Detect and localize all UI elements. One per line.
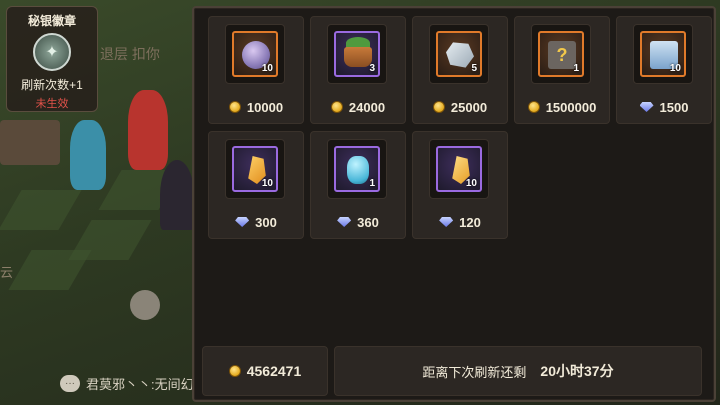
item-slot: ? 1: [531, 24, 591, 84]
shop-item[interactable]: 10 120: [412, 131, 508, 239]
shop-item[interactable]: 3 24000: [310, 16, 406, 124]
item-count: 1: [369, 178, 375, 189]
diamond-icon: [639, 102, 654, 112]
item-frame: ? 1: [538, 31, 584, 77]
badge-status: 未生效: [35, 98, 69, 110]
item-slot: 10: [225, 139, 285, 199]
price-value: 10000: [246, 99, 284, 115]
item-price: 24000: [311, 95, 405, 119]
item-count: 10: [669, 63, 681, 74]
item-count: 5: [471, 63, 477, 74]
item-slot: 10: [633, 24, 693, 84]
shop-item[interactable]: 5 25000: [412, 16, 508, 124]
price-value: 1500: [659, 99, 689, 115]
gold-coin-icon: [527, 101, 540, 113]
chat-bubble-icon: ···: [60, 374, 80, 392]
floor-tile: [8, 250, 92, 290]
item-frame: 10: [436, 146, 482, 192]
item-price: 300: [209, 210, 303, 234]
refresh-timer: 距离下次刷新还剩 20小时37分: [334, 346, 702, 396]
item-price: 1500: [617, 95, 711, 119]
badge-refresh-bonus: 刷新次数+1: [21, 78, 83, 92]
item-frame: 1: [334, 146, 380, 192]
refresh-timer-label: 距离下次刷新还剩: [422, 364, 527, 380]
item-price: 1500000: [515, 95, 609, 119]
badge-title: 秘银徽章: [27, 14, 76, 28]
price-value: 360: [357, 214, 379, 230]
rock-ore-icon: [446, 42, 474, 68]
diamond-icon: [439, 217, 454, 227]
shop-panel: 10 10000 3 24000 5 25000? 1 1500000 10 1500 10 300 1…: [192, 6, 716, 402]
item-frame: 10: [232, 31, 278, 77]
item-count: 1: [573, 63, 579, 74]
item-slot: 5: [429, 24, 489, 84]
item-frame: 10: [640, 31, 686, 77]
diamond-icon: [337, 217, 352, 227]
gold-balance-value: 4562471: [246, 363, 302, 379]
food-basket-icon: [344, 47, 372, 67]
price-value: 120: [459, 214, 481, 230]
item-slot: 10: [429, 139, 489, 199]
mithril-badge-panel[interactable]: 秘银徽章 ✦ 刷新次数+1 未生效: [6, 6, 98, 112]
diamond-icon: [235, 217, 250, 227]
price-value: 1500000: [545, 99, 597, 115]
market-stall: [0, 120, 60, 165]
gold-coin-icon: [228, 101, 241, 113]
item-count: 10: [261, 63, 273, 74]
item-slot: 10: [225, 24, 285, 84]
shop-item[interactable]: 10 1500: [616, 16, 712, 124]
item-frame: 3: [334, 31, 380, 77]
mithril-badge-icon: ✦: [33, 33, 71, 71]
dark-wing: [160, 160, 194, 230]
shop-item[interactable]: 1 360: [310, 131, 406, 239]
item-frame: 5: [436, 31, 482, 77]
price-value: 25000: [450, 99, 488, 115]
item-slot: 3: [327, 24, 387, 84]
gold-balance: 4562471: [202, 346, 328, 396]
item-price: 10000: [209, 95, 303, 119]
side-text: 云: [0, 265, 14, 280]
item-frame: 10: [232, 146, 278, 192]
gold-coin-icon: [432, 101, 445, 113]
character-red-hair: [128, 90, 168, 170]
background-text: 退层 扣你: [100, 46, 160, 62]
shop-item[interactable]: ? 1 1500000: [514, 16, 610, 124]
price-value: 300: [255, 214, 277, 230]
item-price: 120: [413, 210, 507, 234]
shop-item[interactable]: 10 10000: [208, 16, 304, 124]
shop-item[interactable]: 10 300: [208, 131, 304, 239]
price-value: 24000: [348, 99, 386, 115]
character-blue-hair: [70, 120, 106, 190]
item-price: 25000: [413, 95, 507, 119]
gold-coin-icon: [228, 365, 241, 377]
gold-coin-icon: [330, 101, 343, 113]
item-count: 10: [465, 178, 477, 189]
item-slot: 1: [327, 139, 387, 199]
chicken-figure: [130, 290, 160, 320]
blue-gem-icon: [347, 156, 369, 184]
mystery-box-icon: ?: [548, 41, 576, 69]
floor-tile: [0, 190, 82, 230]
item-count: 3: [369, 63, 375, 74]
item-count: 10: [261, 178, 273, 189]
item-price: 360: [311, 210, 405, 234]
refresh-timer-value: 20小时37分: [540, 363, 614, 379]
